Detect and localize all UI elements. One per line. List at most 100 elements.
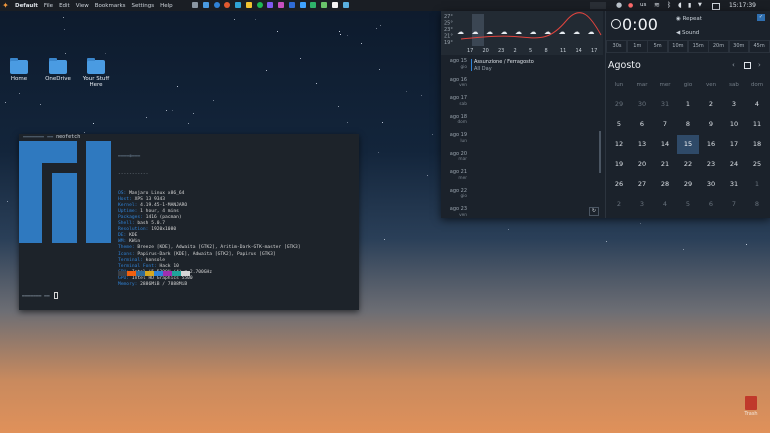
chevron-down-icon[interactable]: ▼ bbox=[698, 0, 702, 11]
timer-preset-45m[interactable]: 45m bbox=[748, 40, 770, 53]
github-icon[interactable]: ● bbox=[616, 1, 622, 9]
calendar-day[interactable]: 19 bbox=[608, 155, 630, 174]
menu-edit[interactable]: Edit bbox=[59, 3, 70, 9]
agenda-day[interactable]: ago 20 mar bbox=[447, 151, 467, 163]
system-monitor-icon[interactable] bbox=[590, 2, 606, 9]
calendar-day[interactable]: 20 bbox=[631, 155, 653, 174]
calendar-day[interactable]: 21 bbox=[654, 155, 676, 174]
today-icon[interactable] bbox=[744, 62, 751, 69]
desktop-icon-your-stuff[interactable]: Your Stuff Here bbox=[78, 58, 114, 88]
sound-toggle[interactable]: ◀ Sound bbox=[676, 30, 699, 36]
keyboard-layout[interactable]: us bbox=[640, 0, 646, 11]
clock[interactable]: 15:17:39 bbox=[729, 0, 756, 11]
calendar-day[interactable]: 30 bbox=[631, 95, 653, 114]
agenda-day[interactable]: ago 22 gio bbox=[447, 188, 467, 200]
document-icon[interactable] bbox=[288, 1, 295, 8]
agenda-day[interactable]: ago 23 ven bbox=[447, 206, 467, 218]
menu-file[interactable]: File bbox=[44, 3, 53, 9]
calendar-day[interactable]: 3 bbox=[723, 95, 745, 114]
calendar-day[interactable]: 27 bbox=[631, 175, 653, 194]
mail-icon[interactable] bbox=[267, 1, 274, 8]
calendar-day[interactable]: 29 bbox=[677, 175, 699, 194]
menu-view[interactable]: View bbox=[76, 3, 89, 9]
timer-preset-20m[interactable]: 20m bbox=[707, 40, 730, 53]
spotify-icon[interactable] bbox=[256, 1, 263, 8]
calendar-day[interactable]: 29 bbox=[608, 95, 630, 114]
calendar-day[interactable]: 31 bbox=[723, 175, 745, 194]
calendar-day[interactable]: 8 bbox=[677, 115, 699, 134]
terminal-title-bar[interactable]: ▬▬▬▬▬▬▬ ▬▬ neofetch bbox=[19, 134, 363, 141]
desktop-icon-home[interactable]: Home bbox=[1, 58, 37, 82]
timer-preset-5m[interactable]: 5m bbox=[646, 40, 669, 53]
calendar-day[interactable]: 16 bbox=[700, 135, 722, 154]
refresh-icon[interactable]: ↻ bbox=[589, 207, 599, 216]
terminal-window[interactable]: ▬▬▬▬▬▬▬ ▬▬ neofetch ▬▬▬▬●▬▬▬ -----------… bbox=[19, 134, 359, 310]
repeat-toggle[interactable]: ◉ Repeat bbox=[676, 16, 702, 22]
calendar-day[interactable]: 13 bbox=[631, 135, 653, 154]
event-title[interactable]: Assunzione / Ferragosto bbox=[474, 59, 534, 65]
calendar-day[interactable]: 15 bbox=[677, 135, 699, 154]
battery-icon[interactable]: ▮ bbox=[688, 0, 691, 11]
calendar-day[interactable]: 26 bbox=[608, 175, 630, 194]
notes-icon[interactable] bbox=[245, 1, 252, 8]
calendar-day[interactable]: 7 bbox=[723, 195, 745, 214]
files-icon[interactable] bbox=[202, 1, 209, 8]
agenda-day[interactable]: ago 18 dom bbox=[447, 114, 467, 126]
window-icon[interactable] bbox=[192, 1, 199, 8]
wifi-icon[interactable]: ≋ bbox=[654, 0, 660, 11]
timer-preset-10m[interactable]: 10m bbox=[666, 40, 689, 53]
calendar-day[interactable]: 23 bbox=[700, 155, 722, 174]
record-icon[interactable]: ● bbox=[628, 2, 633, 9]
timer-display[interactable]: 0:00 bbox=[622, 15, 658, 34]
timer-preset-1m[interactable]: 1m bbox=[626, 40, 649, 53]
pin-icon[interactable]: ✓ bbox=[757, 14, 765, 21]
calendar-day[interactable]: 5 bbox=[608, 115, 630, 134]
calendar-day[interactable]: 4 bbox=[746, 95, 768, 114]
firefox-icon[interactable] bbox=[224, 1, 231, 8]
android-icon[interactable] bbox=[310, 1, 317, 8]
calendar-day[interactable]: 18 bbox=[746, 135, 768, 154]
calendar-day[interactable]: 8 bbox=[746, 195, 768, 214]
calendar-day[interactable]: 22 bbox=[677, 155, 699, 174]
calendar-day[interactable]: 28 bbox=[654, 175, 676, 194]
image-icon[interactable] bbox=[321, 1, 328, 8]
calendar-day[interactable]: 25 bbox=[746, 155, 768, 174]
agenda-day[interactable]: ago 16 ven bbox=[447, 77, 467, 89]
terminal-icon[interactable] bbox=[331, 1, 338, 8]
prev-month-icon[interactable]: ‹ bbox=[732, 61, 735, 69]
agenda-scrollbar[interactable] bbox=[599, 131, 601, 173]
calendar-day[interactable]: 2 bbox=[608, 195, 630, 214]
calendar-day[interactable]: 1 bbox=[677, 95, 699, 114]
browser-icon[interactable] bbox=[213, 1, 220, 8]
next-month-icon[interactable]: › bbox=[758, 61, 761, 69]
calendar-day[interactable]: 24 bbox=[723, 155, 745, 174]
app-launcher-icon[interactable]: ✦ bbox=[0, 0, 11, 11]
chat-icon[interactable] bbox=[235, 1, 242, 8]
calendar-day[interactable]: 5 bbox=[677, 195, 699, 214]
cloud-icon[interactable] bbox=[299, 1, 306, 8]
calendar-day[interactable]: 17 bbox=[723, 135, 745, 154]
calendar-day[interactable]: 30 bbox=[700, 175, 722, 194]
calendar-day[interactable]: 31 bbox=[654, 95, 676, 114]
calendar-day[interactable]: 4 bbox=[654, 195, 676, 214]
calendar-day[interactable]: 11 bbox=[746, 115, 768, 134]
calendar-day[interactable]: 14 bbox=[654, 135, 676, 154]
volume-icon[interactable]: ◖ bbox=[678, 0, 682, 11]
agenda-day[interactable]: ago 17 sab bbox=[447, 95, 467, 107]
menu-settings[interactable]: Settings bbox=[132, 3, 155, 9]
agenda-day[interactable]: ago 19 lun bbox=[447, 132, 467, 144]
timer-preset-15m[interactable]: 15m bbox=[687, 40, 710, 53]
calendar-day[interactable]: 6 bbox=[700, 195, 722, 214]
calendar-day[interactable]: 1 bbox=[746, 175, 768, 194]
media-icon[interactable] bbox=[278, 1, 285, 8]
menu-help[interactable]: Help bbox=[160, 3, 173, 9]
menu-bookmarks[interactable]: Bookmarks bbox=[95, 3, 126, 9]
agenda-day[interactable]: ago 21 mer bbox=[447, 169, 467, 181]
agenda-day[interactable]: ago 15 gio bbox=[447, 58, 467, 70]
bluetooth-icon[interactable]: ᛒ bbox=[667, 0, 671, 11]
telegram-icon[interactable] bbox=[342, 1, 349, 8]
calendar-day[interactable]: 9 bbox=[700, 115, 722, 134]
desktop-icon-trash[interactable]: Trash bbox=[740, 396, 762, 417]
calendar-day[interactable]: 7 bbox=[654, 115, 676, 134]
timer-preset-30s[interactable]: 30s bbox=[606, 40, 628, 53]
